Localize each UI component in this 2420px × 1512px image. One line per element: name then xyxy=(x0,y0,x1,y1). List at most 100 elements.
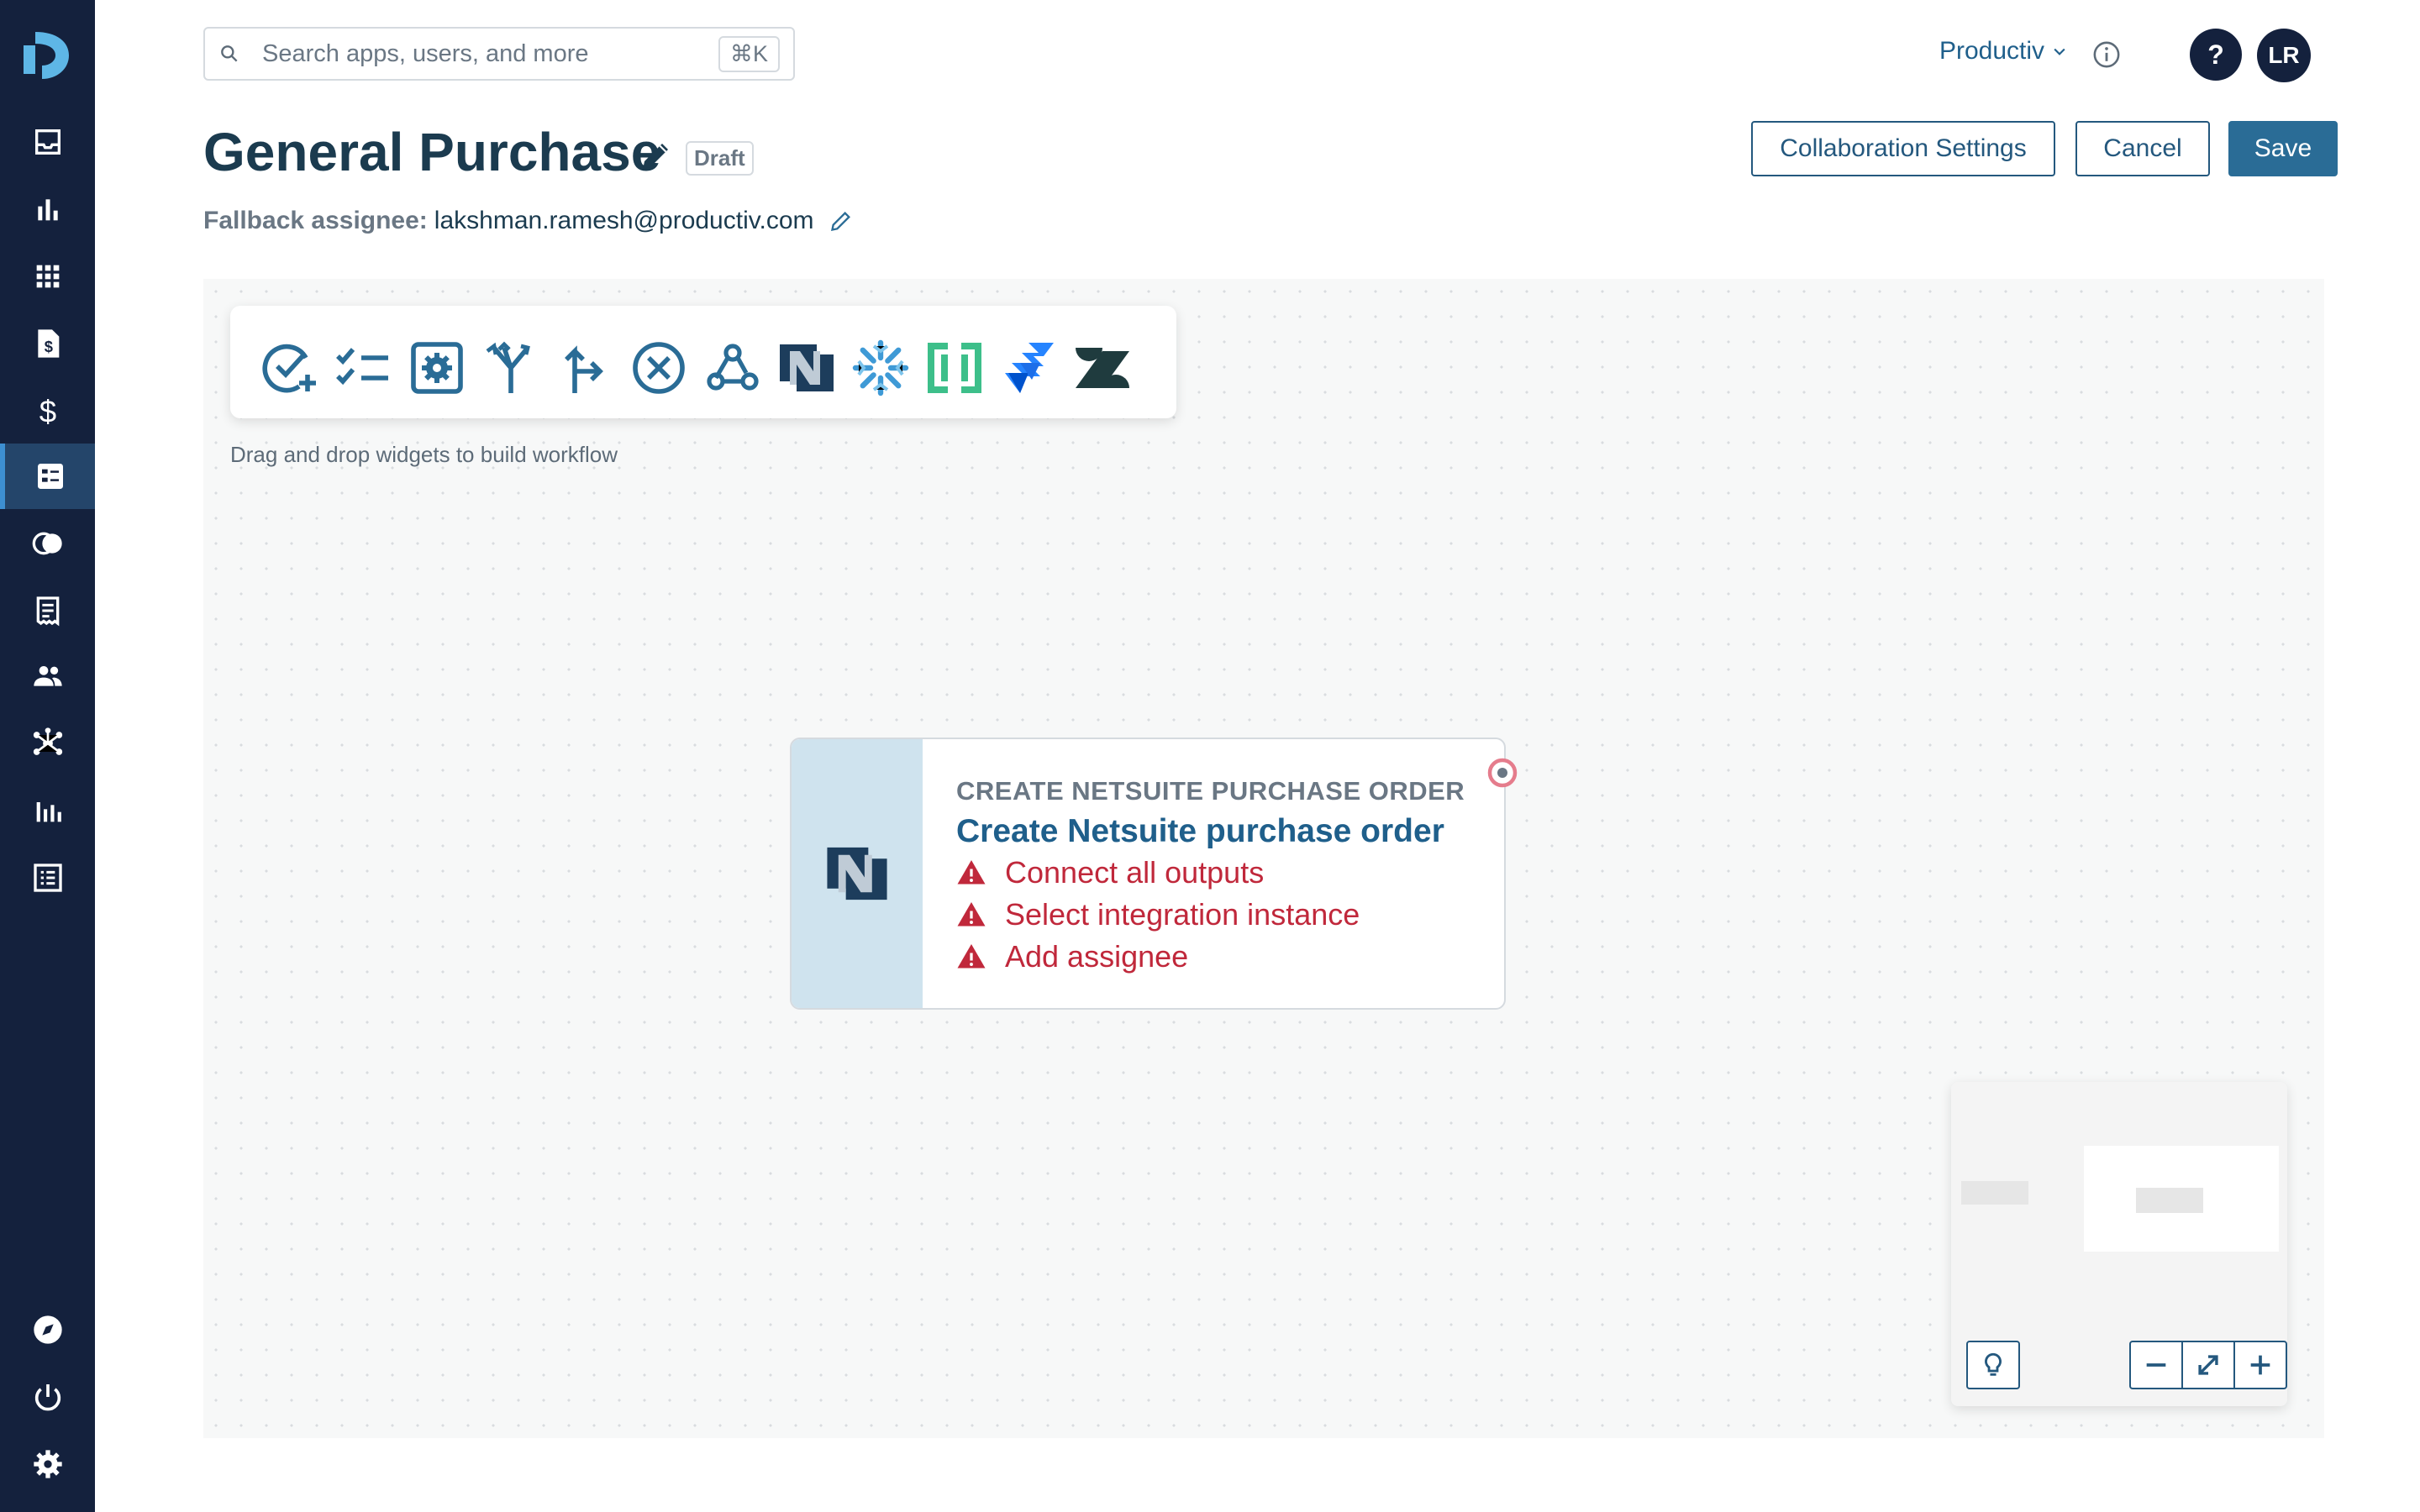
widget-netsuite[interactable] xyxy=(776,338,837,398)
minimap-node xyxy=(2136,1188,2203,1213)
sidebar-item-reports[interactable] xyxy=(0,778,95,843)
sidebar-item-analytics[interactable] xyxy=(0,176,95,242)
node-title: Create Netsuite purchase order xyxy=(956,813,1444,849)
sidebar-item-integrations[interactable] xyxy=(0,711,95,776)
widget-settings[interactable] xyxy=(407,338,467,398)
webhook-icon xyxy=(707,344,759,391)
sidebar-item-settings[interactable] xyxy=(0,1431,95,1497)
widget-zendesk[interactable] xyxy=(1072,338,1133,398)
info-icon[interactable] xyxy=(2092,40,2121,69)
sidebar-item-requests[interactable] xyxy=(0,578,95,643)
fallback-assignee-value: lakshman.ramesh@productiv.com xyxy=(434,207,814,234)
node-warning: Select integration instance xyxy=(956,897,1360,932)
zoom-out-button[interactable] xyxy=(2129,1341,2183,1389)
node-warning: Connect all outputs xyxy=(956,855,1264,890)
save-button[interactable]: Save xyxy=(2228,121,2338,176)
page-title: General Purchase xyxy=(203,122,661,182)
grid-icon xyxy=(36,265,59,288)
bar-chart-icon xyxy=(37,199,58,221)
settings-box-icon xyxy=(411,342,463,394)
jira-icon xyxy=(1005,343,1054,393)
minimap-node xyxy=(1961,1181,2028,1205)
checklist-icon xyxy=(336,348,388,386)
edit-assignee-pencil-icon[interactable] xyxy=(829,209,853,233)
overlap-icon xyxy=(32,532,62,555)
sidebar-item-inbox[interactable] xyxy=(0,109,95,175)
search-icon xyxy=(221,45,238,62)
invoice-icon: $ xyxy=(37,329,59,358)
receipt-icon xyxy=(36,596,59,627)
lightbulb-icon xyxy=(1985,1352,2002,1376)
cancel-button[interactable]: Cancel xyxy=(2075,121,2210,176)
minimap[interactable] xyxy=(1951,1082,2287,1406)
warning-icon xyxy=(957,902,986,927)
node-warning-text: Connect all outputs xyxy=(1005,855,1265,890)
svg-text:$: $ xyxy=(44,338,52,355)
widget-route[interactable] xyxy=(555,338,615,398)
sidebar-item-spend[interactable]: $ xyxy=(0,378,95,444)
fallback-assignee-label: Fallback assignee: xyxy=(203,207,428,234)
approval-add-icon xyxy=(262,344,316,393)
node-type-label: CREATE NETSUITE PURCHASE ORDER xyxy=(956,776,1465,806)
sidebar-item-overlap[interactable] xyxy=(0,511,95,576)
widget-coupa[interactable] xyxy=(924,338,985,398)
expand-arrows-icon xyxy=(2198,1355,2218,1375)
sidebar-item-logout[interactable] xyxy=(0,1364,95,1430)
edit-title-pencil-icon[interactable] xyxy=(639,138,674,173)
status-badge: Draft xyxy=(686,141,754,176)
node-icon-panel xyxy=(792,739,923,1008)
widget-approval[interactable] xyxy=(259,338,319,398)
widget-checklist[interactable] xyxy=(333,338,393,398)
sidebar-item-explore[interactable] xyxy=(0,1297,95,1362)
compass-icon xyxy=(33,1315,62,1344)
widget-palette xyxy=(230,306,1176,418)
node-output-port[interactable] xyxy=(1487,758,1518,788)
sidebar-item-apps[interactable] xyxy=(0,244,95,309)
workflow-list-icon xyxy=(37,464,63,489)
widget-webhook[interactable] xyxy=(702,338,763,398)
tips-button[interactable] xyxy=(1966,1341,2020,1389)
avatar[interactable]: LR xyxy=(2257,29,2311,82)
fit-view-button[interactable] xyxy=(2181,1341,2235,1389)
node-warning: Add assignee xyxy=(956,939,1188,974)
org-switcher[interactable]: Productiv xyxy=(1939,37,2068,66)
warning-icon xyxy=(957,944,986,969)
sidebar-item-workflows[interactable] xyxy=(0,444,95,509)
palette-hint: Drag and drop widgets to build workflow xyxy=(230,442,618,467)
search-shortcut: ⌘K xyxy=(718,35,780,72)
widget-snowflake[interactable] xyxy=(850,338,911,398)
inbox-icon xyxy=(34,129,60,155)
users-icon xyxy=(33,666,62,686)
search-input[interactable] xyxy=(262,39,718,68)
global-search[interactable]: ⌘K xyxy=(203,27,795,81)
node-warning-text: Select integration instance xyxy=(1005,897,1360,932)
zendesk-icon xyxy=(1076,348,1129,388)
plus-icon xyxy=(2250,1355,2270,1375)
productiv-logo[interactable] xyxy=(24,30,71,81)
zoom-in-button[interactable] xyxy=(2233,1341,2287,1389)
dollar-icon: $ xyxy=(39,394,55,428)
sidebar-item-logs[interactable] xyxy=(0,845,95,911)
chevron-down-icon xyxy=(2054,48,2065,55)
list-document-icon xyxy=(33,864,62,892)
svg-text:$: $ xyxy=(39,394,55,428)
sidebar-item-users[interactable] xyxy=(0,643,95,709)
node-warning-text: Add assignee xyxy=(1005,939,1189,974)
close-circle-icon xyxy=(633,342,685,394)
workflow-node-netsuite-po[interactable]: CREATE NETSUITE PURCHASE ORDER Create Ne… xyxy=(790,738,1506,1010)
minus-icon xyxy=(2146,1363,2166,1367)
sidebar-item-contracts[interactable]: $ xyxy=(0,311,95,376)
coupa-icon xyxy=(928,343,981,393)
power-icon xyxy=(34,1384,60,1411)
network-icon xyxy=(33,727,62,755)
route-arrow-icon xyxy=(565,345,603,393)
widget-jira[interactable] xyxy=(998,338,1059,398)
snowflake-icon xyxy=(852,339,909,396)
widget-branch[interactable] xyxy=(481,338,541,398)
help-button[interactable]: ? xyxy=(2190,29,2242,81)
collaboration-settings-button[interactable]: Collaboration Settings xyxy=(1751,121,2055,176)
warning-icon xyxy=(957,860,986,885)
gear-icon xyxy=(33,1450,62,1478)
widget-end[interactable] xyxy=(629,338,689,398)
branch-icon xyxy=(486,341,530,393)
